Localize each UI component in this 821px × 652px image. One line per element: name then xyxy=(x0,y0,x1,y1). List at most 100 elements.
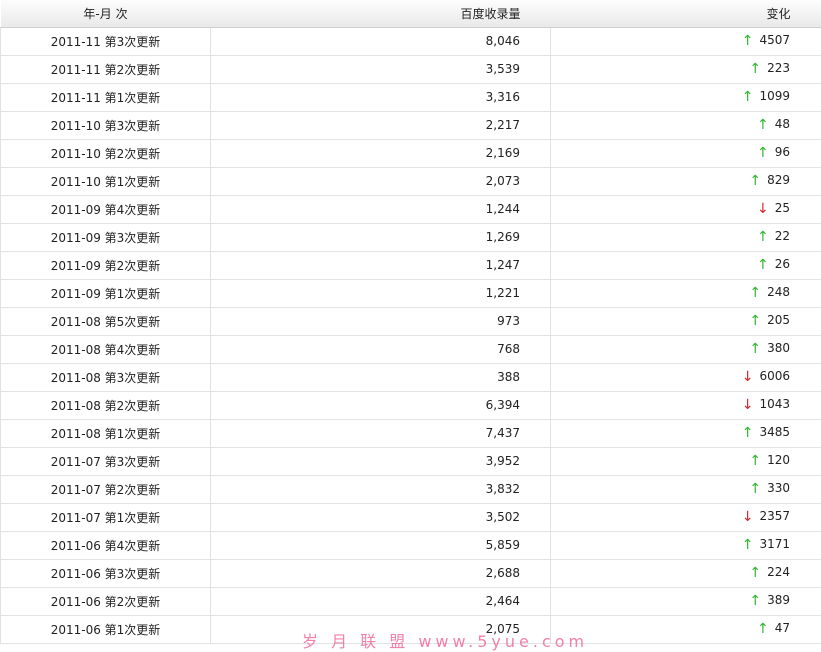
table-header: 年-月 次 百度收录量 变化 xyxy=(1,0,821,27)
cell-change: ↑ 248 xyxy=(551,279,821,307)
cell-index-count: 2,073 xyxy=(211,167,551,195)
cell-date: 2011-08 第4次更新 xyxy=(1,335,211,363)
change-value: 48 xyxy=(775,117,790,131)
cell-change: ↓ 1043 xyxy=(551,391,821,419)
table-row: 2011-08 第3次更新388 ↓ 6006 xyxy=(1,363,821,391)
cell-date: 2011-10 第2次更新 xyxy=(1,139,211,167)
arrow-up-icon: ↑ xyxy=(757,145,769,161)
cell-date: 2011-06 第1次更新 xyxy=(1,615,211,643)
cell-index-count: 768 xyxy=(211,335,551,363)
change-value: 2357 xyxy=(759,509,790,523)
column-header-change[interactable]: 变化 xyxy=(551,0,821,27)
column-header-date[interactable]: 年-月 次 xyxy=(1,0,211,27)
table-row: 2011-07 第3次更新3,952 ↑ 120 xyxy=(1,447,821,475)
table-row: 2011-10 第3次更新2,217 ↑ 48 xyxy=(1,111,821,139)
change-value: 3171 xyxy=(759,537,790,551)
change-value: 1099 xyxy=(759,89,790,103)
cell-change: ↑ 26 xyxy=(551,251,821,279)
cell-date: 2011-08 第1次更新 xyxy=(1,419,211,447)
cell-index-count: 1,247 xyxy=(211,251,551,279)
arrow-up-icon: ↑ xyxy=(749,285,761,301)
cell-date: 2011-08 第5次更新 xyxy=(1,307,211,335)
cell-index-count: 3,539 xyxy=(211,55,551,83)
cell-date: 2011-11 第3次更新 xyxy=(1,27,211,55)
change-value: 380 xyxy=(767,341,790,355)
cell-index-count: 3,316 xyxy=(211,83,551,111)
table-row: 2011-10 第2次更新2,169↑96 xyxy=(1,139,821,167)
cell-index-count: 3,952 xyxy=(211,447,551,475)
cell-index-count: 2,217 xyxy=(211,111,551,139)
change-value: 26 xyxy=(775,257,790,271)
cell-index-count: 388 xyxy=(211,363,551,391)
cell-date: 2011-10 第1次更新 xyxy=(1,167,211,195)
cell-date: 2011-09 第1次更新 xyxy=(1,279,211,307)
change-value: 120 xyxy=(767,453,790,467)
cell-date: 2011-06 第3次更新 xyxy=(1,559,211,587)
cell-date: 2011-10 第3次更新 xyxy=(1,111,211,139)
cell-index-count: 973 xyxy=(211,307,551,335)
arrow-up-icon: ↑ xyxy=(742,33,754,49)
cell-change: ↑ 4507 xyxy=(551,27,821,55)
cell-index-count: 1,244 xyxy=(211,195,551,223)
table-row: 2011-09 第4次更新1,244 ↓ 25 xyxy=(1,195,821,223)
table-row: 2011-11 第1次更新3,316↑1099 xyxy=(1,83,821,111)
arrow-up-icon: ↑ xyxy=(757,621,769,637)
cell-change: ↑ 120 xyxy=(551,447,821,475)
arrow-down-icon: ↓ xyxy=(742,369,754,385)
cell-change: ↑22 xyxy=(551,223,821,251)
change-value: 248 xyxy=(767,285,790,299)
cell-change: ↑3485 xyxy=(551,419,821,447)
cell-date: 2011-09 第4次更新 xyxy=(1,195,211,223)
change-value: 96 xyxy=(775,145,790,159)
change-value: 6006 xyxy=(759,369,790,383)
cell-index-count: 2,464 xyxy=(211,587,551,615)
cell-index-count: 1,221 xyxy=(211,279,551,307)
cell-change: ↑ 48 xyxy=(551,111,821,139)
cell-date: 2011-08 第3次更新 xyxy=(1,363,211,391)
cell-change: ↑ 3171 xyxy=(551,531,821,559)
arrow-up-icon: ↑ xyxy=(742,537,754,553)
change-value: 22 xyxy=(775,229,790,243)
change-value: 1043 xyxy=(759,397,790,411)
arrow-up-icon: ↑ xyxy=(749,481,761,497)
cell-change: ↑829 xyxy=(551,167,821,195)
arrow-down-icon: ↓ xyxy=(742,397,754,413)
index-stats-table: 年-月 次 百度收录量 变化 2011-11 第3次更新8,046 ↑ 4507 20… xyxy=(0,0,821,644)
arrow-down-icon: ↓ xyxy=(757,201,769,217)
table-row: 2011-07 第2次更新3,832↑330 xyxy=(1,475,821,503)
change-value: 25 xyxy=(775,201,790,215)
arrow-up-icon: ↑ xyxy=(749,341,761,357)
table-body: 2011-11 第3次更新8,046↑45072011-11 第2次更新3,53… xyxy=(1,27,821,643)
cell-change: ↑ 1099 xyxy=(551,83,821,111)
arrow-up-icon: ↑ xyxy=(742,89,754,105)
cell-change: ↑47 xyxy=(551,615,821,643)
table-row: 2011-09 第1次更新1,221 ↑ 248 xyxy=(1,279,821,307)
change-value: 205 xyxy=(767,313,790,327)
cell-index-count: 8,046 xyxy=(211,27,551,55)
cell-date: 2011-08 第2次更新 xyxy=(1,391,211,419)
cell-index-count: 7,437 xyxy=(211,419,551,447)
change-value: 330 xyxy=(767,481,790,495)
cell-change: ↑224 xyxy=(551,559,821,587)
column-header-index-count[interactable]: 百度收录量 xyxy=(211,0,551,27)
cell-index-count: 6,394 xyxy=(211,391,551,419)
cell-date: 2011-09 第3次更新 xyxy=(1,223,211,251)
cell-change: ↑ 380 xyxy=(551,335,821,363)
arrow-up-icon: ↑ xyxy=(749,61,761,77)
change-value: 224 xyxy=(767,565,790,579)
change-value: 4507 xyxy=(759,33,790,47)
table-row: 2011-10 第1次更新2,073↑829 xyxy=(1,167,821,195)
arrow-up-icon: ↑ xyxy=(749,453,761,469)
change-value: 829 xyxy=(767,173,790,187)
cell-index-count: 2,688 xyxy=(211,559,551,587)
cell-date: 2011-07 第3次更新 xyxy=(1,447,211,475)
cell-date: 2011-07 第2次更新 xyxy=(1,475,211,503)
table-row: 2011-08 第2次更新6,394 ↓ 1043 xyxy=(1,391,821,419)
arrow-up-icon: ↑ xyxy=(757,257,769,273)
cell-date: 2011-06 第2次更新 xyxy=(1,587,211,615)
table-row: 2011-06 第1次更新2,075↑47 xyxy=(1,615,821,643)
table-row: 2011-06 第2次更新2,464↑389 xyxy=(1,587,821,615)
arrow-up-icon: ↑ xyxy=(757,117,769,133)
table-row: 2011-08 第4次更新768 ↑ 380 xyxy=(1,335,821,363)
cell-index-count: 3,502 xyxy=(211,503,551,531)
